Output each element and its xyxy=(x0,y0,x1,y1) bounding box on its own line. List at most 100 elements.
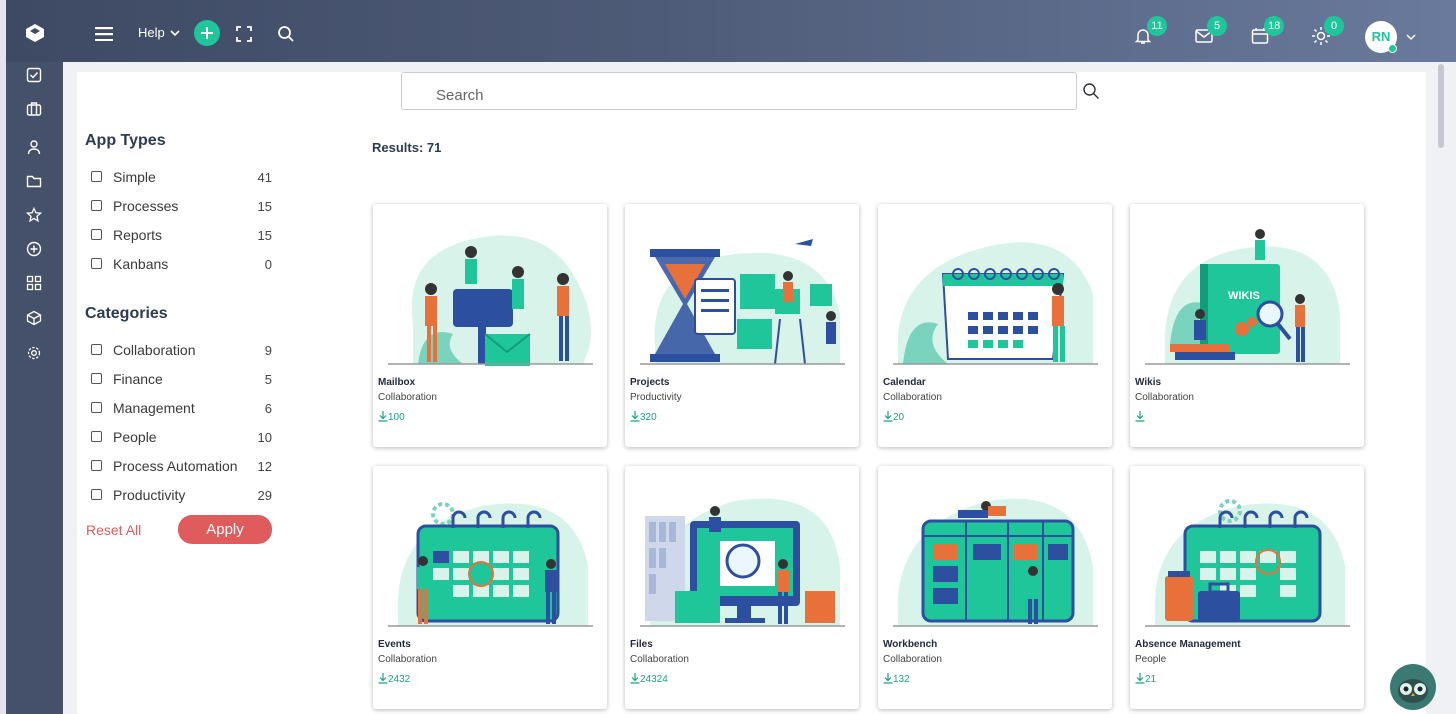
apply-button[interactable]: Apply xyxy=(178,515,272,544)
app-category: Productivity xyxy=(630,392,682,403)
checkbox[interactable] xyxy=(91,489,102,500)
user-menu-chevron-icon[interactable] xyxy=(1406,33,1416,41)
files-illustration xyxy=(640,498,845,627)
checkbox[interactable] xyxy=(91,402,102,413)
filter-count: 12 xyxy=(257,459,272,474)
search-submit-icon[interactable] xyxy=(1082,82,1100,100)
filter-count: 15 xyxy=(257,199,272,214)
app-category: Collaboration xyxy=(378,392,437,403)
folder-icon[interactable] xyxy=(26,173,42,189)
star-icon[interactable] xyxy=(26,207,42,223)
reset-all-link[interactable]: Reset All xyxy=(86,522,141,538)
scrollbar-track[interactable] xyxy=(1436,62,1456,714)
app-logo-icon[interactable] xyxy=(26,24,44,42)
wikis-art-text: WIKIS xyxy=(1228,290,1260,302)
events-illustration xyxy=(388,502,593,627)
wikis-illustration: WIKIS xyxy=(1145,229,1350,365)
add-button[interactable] xyxy=(194,20,220,46)
download-icon xyxy=(883,673,893,684)
help-menu[interactable]: Help xyxy=(138,25,165,40)
hamburger-icon[interactable] xyxy=(95,27,113,41)
app-title: Mailbox xyxy=(378,377,416,388)
app-card-files[interactable]: Files Collaboration 24324 xyxy=(625,466,859,709)
download-count: 21 xyxy=(1135,673,1156,685)
app-title: Wikis xyxy=(1135,377,1162,388)
app-card-projects[interactable]: Projects Productivity 320 xyxy=(625,204,859,447)
app-card-events[interactable]: Events Collaboration 2432 xyxy=(373,466,607,709)
download-count: 20 xyxy=(883,411,904,423)
absence-management-illustration xyxy=(1145,499,1350,627)
chat-assistant-button[interactable] xyxy=(1390,664,1436,710)
messages-badge: 5 xyxy=(1207,16,1227,36)
chevron-down-icon[interactable] xyxy=(170,29,180,37)
results-count: Results: 71 xyxy=(372,140,442,155)
owl-icon xyxy=(1398,679,1428,703)
download-icon xyxy=(883,411,893,422)
app-title: Absence Management xyxy=(1135,639,1241,650)
search-icon[interactable] xyxy=(277,25,295,43)
checkbox[interactable] xyxy=(91,200,102,211)
add-circle-icon[interactable] xyxy=(26,241,42,257)
mailbox-illustration xyxy=(388,235,593,366)
app-card-wikis[interactable]: WIKIS Wikis Collaboration xyxy=(1130,204,1364,447)
app-types-heading: App Types xyxy=(85,132,166,149)
tasks-icon[interactable] xyxy=(26,67,42,83)
download-icon xyxy=(378,411,388,422)
download-count: 320 xyxy=(630,411,657,423)
download-icon xyxy=(378,673,388,684)
download-icon xyxy=(630,411,640,422)
filter-count: 10 xyxy=(257,430,272,445)
filter-count: 15 xyxy=(257,228,272,243)
download-count xyxy=(1135,411,1145,423)
filter-count: 0 xyxy=(264,257,272,272)
briefcase-icon[interactable] xyxy=(26,101,42,117)
app-title: Workbench xyxy=(883,639,938,650)
app-category: Collaboration xyxy=(883,654,942,665)
activity-badge: 0 xyxy=(1324,16,1344,36)
checkbox[interactable] xyxy=(91,460,102,471)
download-count: 100 xyxy=(378,411,405,423)
checkbox[interactable] xyxy=(91,171,102,182)
app-category: Collaboration xyxy=(1135,392,1194,403)
projects-illustration xyxy=(640,239,845,365)
app-card-mailbox[interactable]: Mailbox Collaboration 100 xyxy=(373,204,607,447)
filter-count: 5 xyxy=(264,372,272,387)
checkbox[interactable] xyxy=(91,229,102,240)
workbench-illustration xyxy=(893,498,1098,627)
filter-count: 6 xyxy=(264,401,272,416)
categories-heading: Categories xyxy=(85,305,168,322)
checkbox[interactable] xyxy=(91,431,102,442)
search-input[interactable] xyxy=(401,72,1077,110)
download-icon xyxy=(630,673,640,684)
download-count: 2432 xyxy=(378,673,410,685)
user-icon[interactable] xyxy=(26,139,42,155)
sidebar xyxy=(6,62,63,714)
filter-count: 9 xyxy=(264,343,272,358)
notifications-badge: 11 xyxy=(1147,16,1167,36)
app-card-absence-management[interactable]: Absence Management People 21 xyxy=(1130,466,1364,709)
box-icon[interactable] xyxy=(26,310,42,326)
top-bar xyxy=(6,0,1456,62)
app-card-workbench[interactable]: Workbench Collaboration 132 xyxy=(878,466,1112,709)
expand-icon[interactable] xyxy=(236,26,252,42)
apps-grid-icon[interactable] xyxy=(26,275,42,291)
download-icon xyxy=(1135,673,1145,684)
online-status-dot xyxy=(1388,44,1397,53)
scrollbar-thumb[interactable] xyxy=(1438,64,1444,148)
checkbox[interactable] xyxy=(91,344,102,355)
download-count: 132 xyxy=(883,673,910,685)
app-title: Calendar xyxy=(883,377,926,388)
checkbox[interactable] xyxy=(91,258,102,269)
app-title: Files xyxy=(630,639,653,650)
app-category: Collaboration xyxy=(630,654,689,665)
app-card-calendar[interactable]: Calendar Collaboration 20 xyxy=(878,204,1112,447)
download-count: 24324 xyxy=(630,673,668,685)
app-title: Projects xyxy=(630,377,670,388)
filter-count: 29 xyxy=(257,488,272,503)
filter-count: 41 xyxy=(257,170,272,185)
search-placeholder: Search xyxy=(436,87,484,104)
calendar-illustration xyxy=(893,242,1098,365)
checkbox[interactable] xyxy=(91,373,102,384)
download-icon xyxy=(1135,411,1145,422)
settings-icon[interactable] xyxy=(26,345,42,361)
